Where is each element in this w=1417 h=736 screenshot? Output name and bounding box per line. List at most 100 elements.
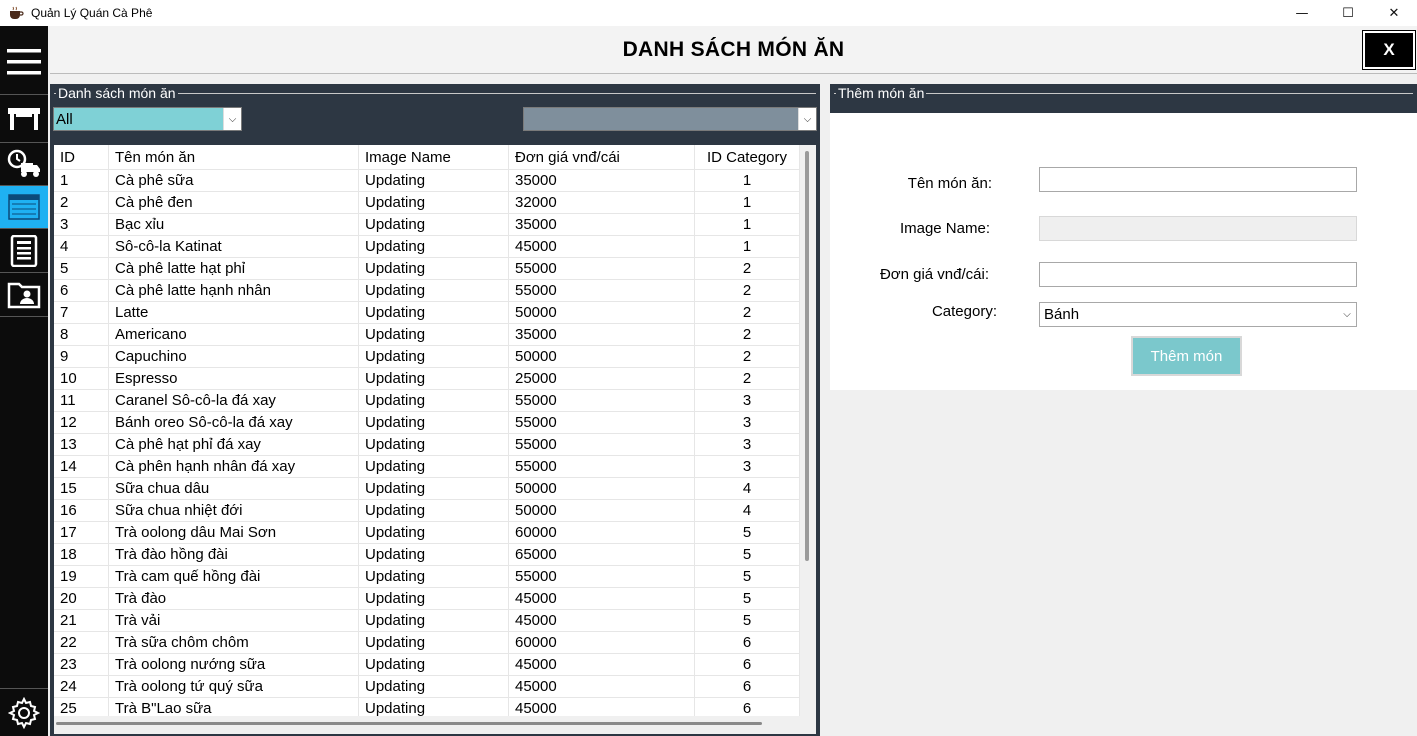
table-cell: Updating: [359, 368, 509, 389]
table-cell: 3: [54, 214, 109, 235]
category-filter-select[interactable]: All ⌵: [53, 107, 242, 131]
table-cell: Updating: [359, 170, 509, 191]
table-row[interactable]: 22 Trà sữa chôm chôm Updating 60000 6: [54, 631, 800, 653]
menu-toggle-button[interactable]: [0, 34, 48, 90]
table-body: 1 Cà phê sữa Updating 35000 1 2 Cà phê đen Upda…: [54, 169, 800, 716]
table-cell: Sô-cô-la Katinat: [109, 236, 359, 257]
sidebar-divider: [0, 94, 48, 95]
table-row[interactable]: 23 Trà oolong nướng sữa Updating 45000 6: [54, 653, 800, 675]
table-row[interactable]: 14 Cà phên hạnh nhân đá xay Updating 55000 3: [54, 455, 800, 477]
table-row[interactable]: 5 Cà phê latte hạt phỉ Updating 55000 2: [54, 257, 800, 279]
sidebar-item-delivery[interactable]: [0, 143, 48, 185]
table-row[interactable]: 12 Bánh oreo Sô-cô-la đá xay Updating 55000…: [54, 411, 800, 433]
sidebar-item-tables[interactable]: [0, 98, 48, 140]
table-row[interactable]: 19 Trà cam quế hồng đài Updating 55000 5: [54, 565, 800, 587]
table-cell: Updating: [359, 258, 509, 279]
secondary-filter-select[interactable]: ⌵: [523, 107, 817, 131]
chevron-down-icon: ⌵: [1343, 309, 1351, 320]
sidebar-item-staff[interactable]: [0, 274, 48, 316]
staff-folder-icon: [7, 282, 41, 309]
table-row[interactable]: 17 Trà oolong dâu Mai Sơn Updating 60000 5: [54, 521, 800, 543]
table-row[interactable]: 20 Trà đào Updating 45000 5: [54, 587, 800, 609]
table-row[interactable]: 6 Cà phê latte hạnh nhân Updating 55000 2: [54, 279, 800, 301]
table-cell: Cà phên hạnh nhân đá xay: [109, 456, 359, 477]
table-cell: 2: [695, 302, 800, 323]
price-label: Đơn giá vnđ/cái:: [879, 266, 989, 283]
table-cell: Trà sữa chôm chôm: [109, 632, 359, 653]
table-cell: Trà B"Lao sữa: [109, 698, 359, 716]
table-cell: 14: [54, 456, 109, 477]
column-header[interactable]: Image Name: [359, 145, 509, 169]
table-cell: 7: [54, 302, 109, 323]
table-cell: Trà đào: [109, 588, 359, 609]
sidebar-divider: [0, 228, 48, 229]
table-cell: Espresso: [109, 368, 359, 389]
sidebar-item-settings[interactable]: [0, 692, 48, 734]
table-cell: 20: [54, 588, 109, 609]
table-row[interactable]: 9 Capuchino Updating 50000 2: [54, 345, 800, 367]
table-row[interactable]: 18 Trà đào hồng đài Updating 65000 5: [54, 543, 800, 565]
table-cell: Updating: [359, 346, 509, 367]
table-cell: Updating: [359, 544, 509, 565]
table-cell: Updating: [359, 412, 509, 433]
table-cell: 4: [54, 236, 109, 257]
close-form-button[interactable]: X: [1362, 30, 1416, 70]
scrollbar-thumb[interactable]: [805, 151, 809, 561]
table-cell: 11: [54, 390, 109, 411]
maximize-button[interactable]: ☐: [1325, 0, 1371, 26]
table-cell: 24: [54, 676, 109, 697]
table-cell: 5: [54, 258, 109, 279]
table-cell: Cà phê latte hạnh nhân: [109, 280, 359, 301]
table-row[interactable]: 3 Bạc xỉu Updating 35000 1: [54, 213, 800, 235]
table-cell: 55000: [509, 456, 695, 477]
category-select[interactable]: Bánh ⌵: [1039, 302, 1357, 327]
add-food-button[interactable]: Thêm món: [1131, 336, 1242, 376]
price-input[interactable]: [1039, 262, 1357, 287]
table-row[interactable]: 25 Trà B"Lao sữa Updating 45000 6: [54, 697, 800, 716]
food-table[interactable]: ID Tên món ăn Image Name Đơn giá vnđ/cái ID …: [54, 145, 800, 716]
table-row[interactable]: 21 Trà vải Updating 45000 5: [54, 609, 800, 631]
add-food-caption: Thêm món ăn: [836, 85, 927, 101]
column-header[interactable]: ID Category: [695, 145, 800, 169]
table-row[interactable]: 7 Latte Updating 50000 2: [54, 301, 800, 323]
window-close-button[interactable]: ✕: [1371, 0, 1417, 26]
table-cell: 3: [695, 412, 800, 433]
page-title: DANH SÁCH MÓN ĂN: [622, 38, 845, 61]
menu-icon: [7, 49, 41, 75]
sidebar-item-reports[interactable]: [0, 230, 48, 272]
table-row[interactable]: 2 Cà phê đen Updating 32000 1: [54, 191, 800, 213]
column-header[interactable]: Tên món ăn: [109, 145, 359, 169]
table-row[interactable]: 11 Caranel Sô-cô-la đá xay Updating 55000 3: [54, 389, 800, 411]
table-cell: 2: [54, 192, 109, 213]
table-row[interactable]: 1 Cà phê sữa Updating 35000 1: [54, 169, 800, 191]
table-row[interactable]: 4 Sô-cô-la Katinat Updating 45000 1: [54, 235, 800, 257]
scrollbar-thumb[interactable]: [56, 722, 762, 725]
table-cell: 32000: [509, 192, 695, 213]
column-header[interactable]: Đơn giá vnđ/cái: [509, 145, 695, 169]
horizontal-scrollbar[interactable]: [54, 716, 816, 734]
sidebar-item-food-list[interactable]: [0, 186, 48, 228]
table-cell: Updating: [359, 324, 509, 345]
table-cell: 65000: [509, 544, 695, 565]
table-row[interactable]: 16 Sữa chua nhiệt đới Updating 50000 4: [54, 499, 800, 521]
table-cell: 60000: [509, 522, 695, 543]
food-name-input[interactable]: [1039, 167, 1357, 192]
table-cell: 25: [54, 698, 109, 716]
table-row[interactable]: 13 Cà phê hạt phỉ đá xay Updating 55000 3: [54, 433, 800, 455]
table-cell: 6: [54, 280, 109, 301]
table-cell: 17: [54, 522, 109, 543]
table-cell: 50000: [509, 302, 695, 323]
table-cell: 45000: [509, 676, 695, 697]
table-row[interactable]: 24 Trà oolong tứ quý sữa Updating 45000 6: [54, 675, 800, 697]
table-row[interactable]: 8 Americano Updating 35000 2: [54, 323, 800, 345]
table-cell: 45000: [509, 610, 695, 631]
minimize-button[interactable]: —: [1279, 0, 1325, 26]
table-row[interactable]: 10 Espresso Updating 25000 2: [54, 367, 800, 389]
column-header[interactable]: ID: [54, 145, 109, 169]
table-row[interactable]: 15 Sữa chua dâu Updating 50000 4: [54, 477, 800, 499]
image-name-input: [1039, 216, 1357, 241]
sidebar: [0, 26, 48, 736]
table-cell: 12: [54, 412, 109, 433]
table-cell: 23: [54, 654, 109, 675]
table-cell: 2: [695, 346, 800, 367]
